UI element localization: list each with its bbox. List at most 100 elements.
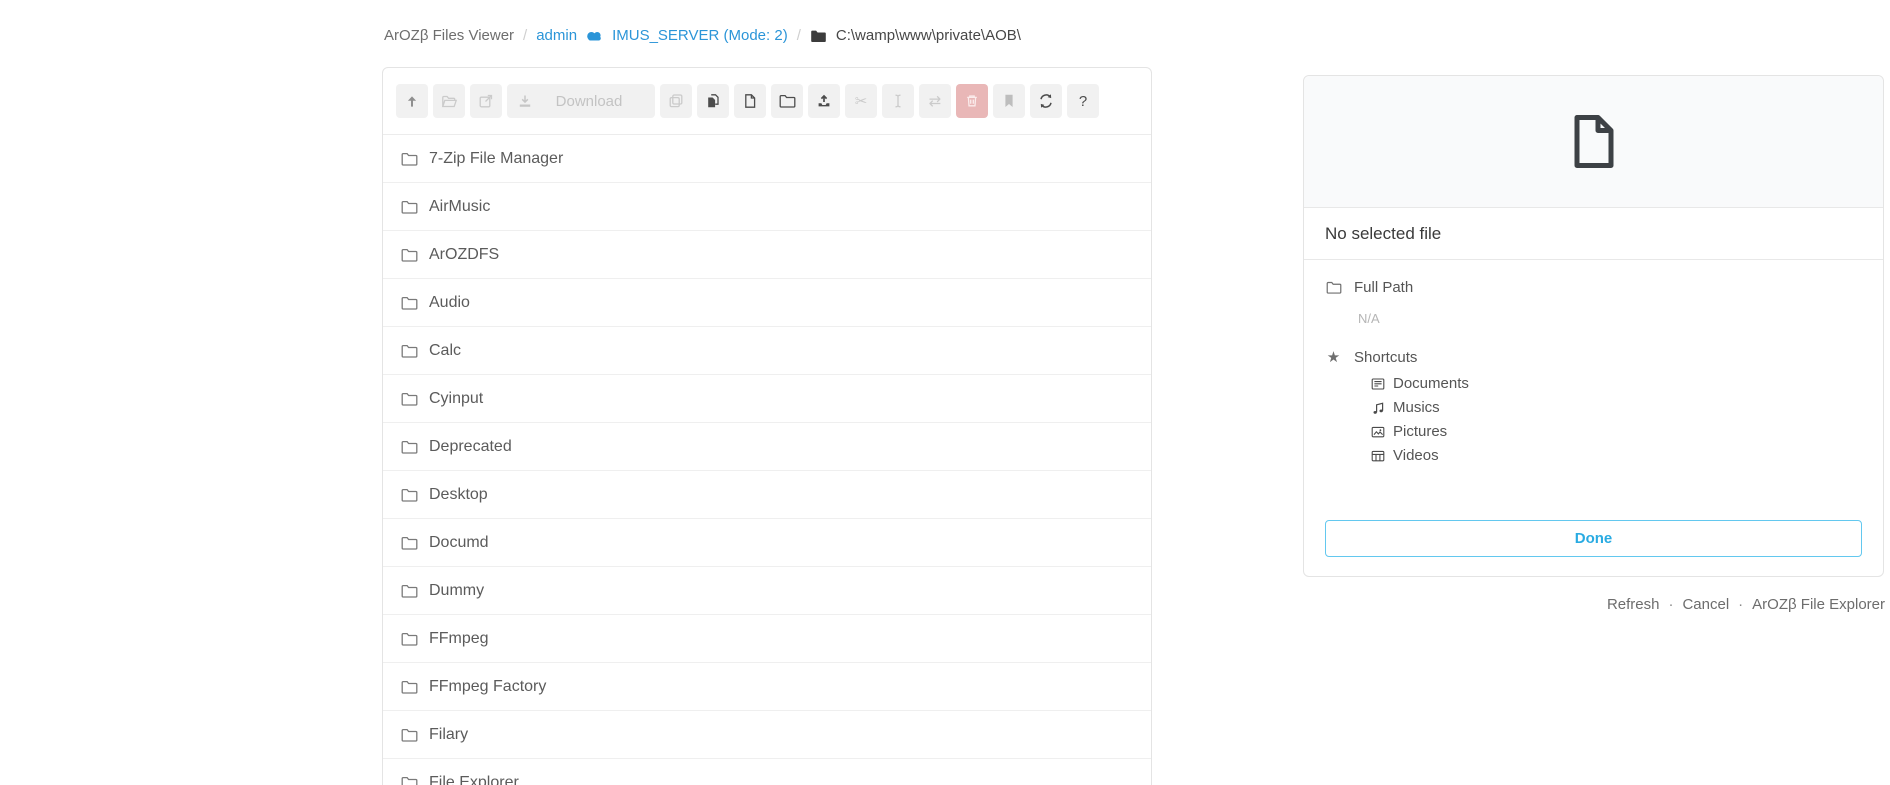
upload-button[interactable] (808, 84, 840, 118)
text-cursor-icon (890, 93, 906, 109)
file-name: Documd (429, 534, 489, 552)
file-name: FFmpeg Factory (429, 678, 546, 696)
help-button[interactable]: ? (1067, 84, 1099, 118)
bookmark-icon (1001, 93, 1017, 109)
shortcuts-label: Shortcuts (1354, 349, 1417, 366)
full-path-label: Full Path (1354, 279, 1413, 296)
folder-open-icon (441, 94, 458, 109)
breadcrumb-separator: / (797, 27, 801, 44)
shortcut-videos[interactable]: Videos (1371, 447, 1862, 464)
paste-button[interactable] (697, 84, 729, 118)
file-list-item[interactable]: Dummy (383, 567, 1151, 615)
footer-links: Refresh · Cancel · ArOZβ File Explorer (1607, 596, 1885, 613)
file-list-item[interactable]: FFmpeg Factory (383, 663, 1151, 711)
film-icon (1371, 449, 1385, 463)
file-icon (1573, 114, 1615, 169)
scissors-icon: ✂ (855, 94, 868, 109)
file-list-item[interactable]: ArOZDFS (383, 231, 1151, 279)
file-name: FFmpeg (429, 630, 489, 648)
cut-button[interactable]: ✂ (845, 84, 877, 118)
file-name: AirMusic (429, 198, 490, 216)
file-list-item[interactable]: 7-Zip File Manager (383, 135, 1151, 183)
file-name: Filary (429, 726, 468, 744)
file-name: Audio (429, 294, 470, 312)
refresh-icon (1038, 93, 1054, 109)
files-viewer-page: ArOZβ Files Viewer / admin IMUS_SERVER (… (0, 0, 1890, 785)
file-name: Desktop (429, 486, 488, 504)
folder-icon (401, 248, 418, 262)
paste-files-icon (705, 93, 721, 109)
new-file-button[interactable] (734, 84, 766, 118)
rename-button[interactable] (882, 84, 914, 118)
clone-button[interactable] (660, 84, 692, 118)
file-name: Calc (429, 342, 461, 360)
arrow-up-icon (404, 93, 420, 109)
selection-status: No selected file (1304, 208, 1883, 260)
file-list-item[interactable]: Documd (383, 519, 1151, 567)
file-details-panel: No selected file Full Path N/A ★ Shortcu… (1303, 75, 1884, 577)
file-preview-area (1304, 76, 1883, 208)
app-title: ArOZβ Files Viewer (384, 27, 514, 44)
folder-icon (401, 584, 418, 598)
file-list-item[interactable]: Calc (383, 327, 1151, 375)
file-list-item[interactable]: AirMusic (383, 183, 1151, 231)
folder-icon (401, 344, 418, 358)
star-icon: ★ (1325, 348, 1342, 366)
file-list-item[interactable]: Deprecated (383, 423, 1151, 471)
file-list-item[interactable]: File Explorer (383, 759, 1151, 785)
file-list-item[interactable]: Cyinput (383, 375, 1151, 423)
user-link[interactable]: admin (536, 27, 577, 44)
file-list-item[interactable]: Audio (383, 279, 1151, 327)
file-list-item[interactable]: Filary (383, 711, 1151, 759)
delete-button[interactable] (956, 84, 988, 118)
cloud-icon (585, 29, 604, 42)
bookmark-button[interactable] (993, 84, 1025, 118)
folder-icon (401, 440, 418, 454)
open-external-button[interactable] (470, 84, 502, 118)
server-link[interactable]: IMUS_SERVER (Mode: 2) (612, 27, 788, 44)
folder-icon (401, 680, 418, 694)
cancel-link[interactable]: Cancel (1682, 596, 1729, 613)
move-button[interactable]: ⇄ (919, 84, 951, 118)
folder-icon (1325, 281, 1342, 294)
shortcut-label: Videos (1393, 447, 1439, 464)
folder-icon (401, 200, 418, 214)
file-name: File Explorer (429, 774, 519, 785)
shortcut-musics[interactable]: Musics (1371, 399, 1862, 416)
shortcut-list: Documents Musics (1371, 375, 1862, 464)
trash-icon (964, 93, 980, 109)
folder-icon (401, 488, 418, 502)
folder-icon (401, 152, 418, 166)
file-list-item[interactable]: FFmpeg (383, 615, 1151, 663)
toolbar: Download (383, 68, 1151, 135)
navigate-up-button[interactable] (396, 84, 428, 118)
shortcut-label: Pictures (1393, 423, 1447, 440)
download-button[interactable]: Download (507, 84, 655, 118)
open-folder-button[interactable] (433, 84, 465, 118)
shortcut-label: Documents (1393, 375, 1469, 392)
folder-icon (401, 776, 418, 785)
folder-icon (401, 296, 418, 310)
dot-separator: · (1738, 596, 1743, 613)
folder-icon (810, 29, 827, 43)
current-path: C:\wamp\www\private\AOB\ (836, 27, 1021, 44)
done-button[interactable]: Done (1325, 520, 1862, 557)
folder-icon (401, 536, 418, 550)
file-details-content: Full Path N/A ★ Shortcuts Documents (1304, 260, 1883, 504)
refresh-link[interactable]: Refresh (1607, 596, 1660, 613)
breadcrumb-separator: / (523, 27, 527, 44)
breadcrumb: ArOZβ Files Viewer / admin IMUS_SERVER (… (384, 27, 1021, 44)
file-name: Deprecated (429, 438, 512, 456)
question-icon: ? (1079, 94, 1087, 109)
file-explorer-link[interactable]: ArOZβ File Explorer (1752, 596, 1885, 613)
clone-icon (668, 93, 684, 109)
file-name: ArOZDFS (429, 246, 499, 264)
file-list-item[interactable]: Desktop (383, 471, 1151, 519)
music-note-icon (1371, 401, 1385, 415)
new-folder-button[interactable] (771, 84, 803, 118)
dot-separator: · (1668, 596, 1673, 613)
shortcut-documents[interactable]: Documents (1371, 375, 1862, 392)
picture-icon (1371, 425, 1385, 439)
shortcut-pictures[interactable]: Pictures (1371, 423, 1862, 440)
refresh-button[interactable] (1030, 84, 1062, 118)
